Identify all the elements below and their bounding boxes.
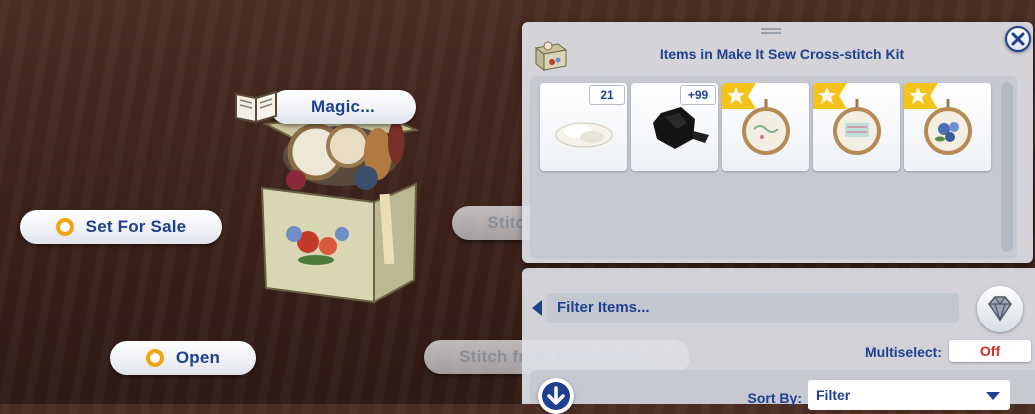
- arrow-down-icon: [542, 382, 570, 410]
- inventory-panel: Items in Make It Sew Cross-stitch Kit 21…: [522, 22, 1033, 263]
- close-icon: [1011, 32, 1025, 46]
- star-badge-icon: [904, 83, 938, 109]
- inventory-scrollbar[interactable]: [1001, 82, 1013, 252]
- quantity-badge: +99: [680, 85, 716, 105]
- sort-by-value: Filter: [816, 387, 851, 403]
- filter-items-input[interactable]: Filter Items...: [547, 293, 959, 323]
- sort-direction-button[interactable]: [538, 378, 574, 414]
- gem-button[interactable]: [977, 286, 1023, 332]
- inventory-slot[interactable]: +99: [631, 83, 718, 171]
- open-label: Open: [175, 348, 221, 367]
- open-button[interactable]: Open: [110, 341, 256, 375]
- inventory-slot[interactable]: 21: [540, 83, 627, 171]
- inventory-slot[interactable]: [904, 83, 991, 171]
- drag-grip[interactable]: [761, 28, 781, 30]
- book-icon: [232, 86, 280, 126]
- chevron-down-icon: [986, 392, 1000, 400]
- expand-filter-icon[interactable]: [532, 300, 542, 316]
- set-for-sale-button[interactable]: Set For Sale: [20, 210, 222, 244]
- panel-title: Items in Make It Sew Cross-stitch Kit: [659, 46, 905, 62]
- magic-button[interactable]: Magic...: [270, 90, 416, 124]
- multiselect-label: Multiselect:: [864, 344, 942, 360]
- set-for-sale-label: Set For Sale: [85, 217, 187, 236]
- inventory-slot[interactable]: [813, 83, 900, 171]
- star-badge-icon: [813, 83, 847, 109]
- star-badge-icon: [722, 83, 756, 109]
- kit-thumbnail-icon: [532, 36, 570, 72]
- diamond-icon: [988, 296, 1012, 323]
- multiselect-toggle[interactable]: Off: [949, 340, 1031, 362]
- sort-by-dropdown[interactable]: Filter: [808, 380, 1010, 410]
- inventory-slot[interactable]: [722, 83, 809, 171]
- quantity-badge: 21: [589, 85, 625, 105]
- inventory-controls: Filter Items... Multiselect: Off Sort By…: [522, 268, 1035, 414]
- magic-label: Magic...: [311, 97, 375, 116]
- inventory-grid: 21 +99: [530, 76, 1017, 259]
- pie-ring-icon: [55, 218, 74, 236]
- close-button[interactable]: [1005, 26, 1031, 52]
- pie-ring-icon: [145, 349, 164, 367]
